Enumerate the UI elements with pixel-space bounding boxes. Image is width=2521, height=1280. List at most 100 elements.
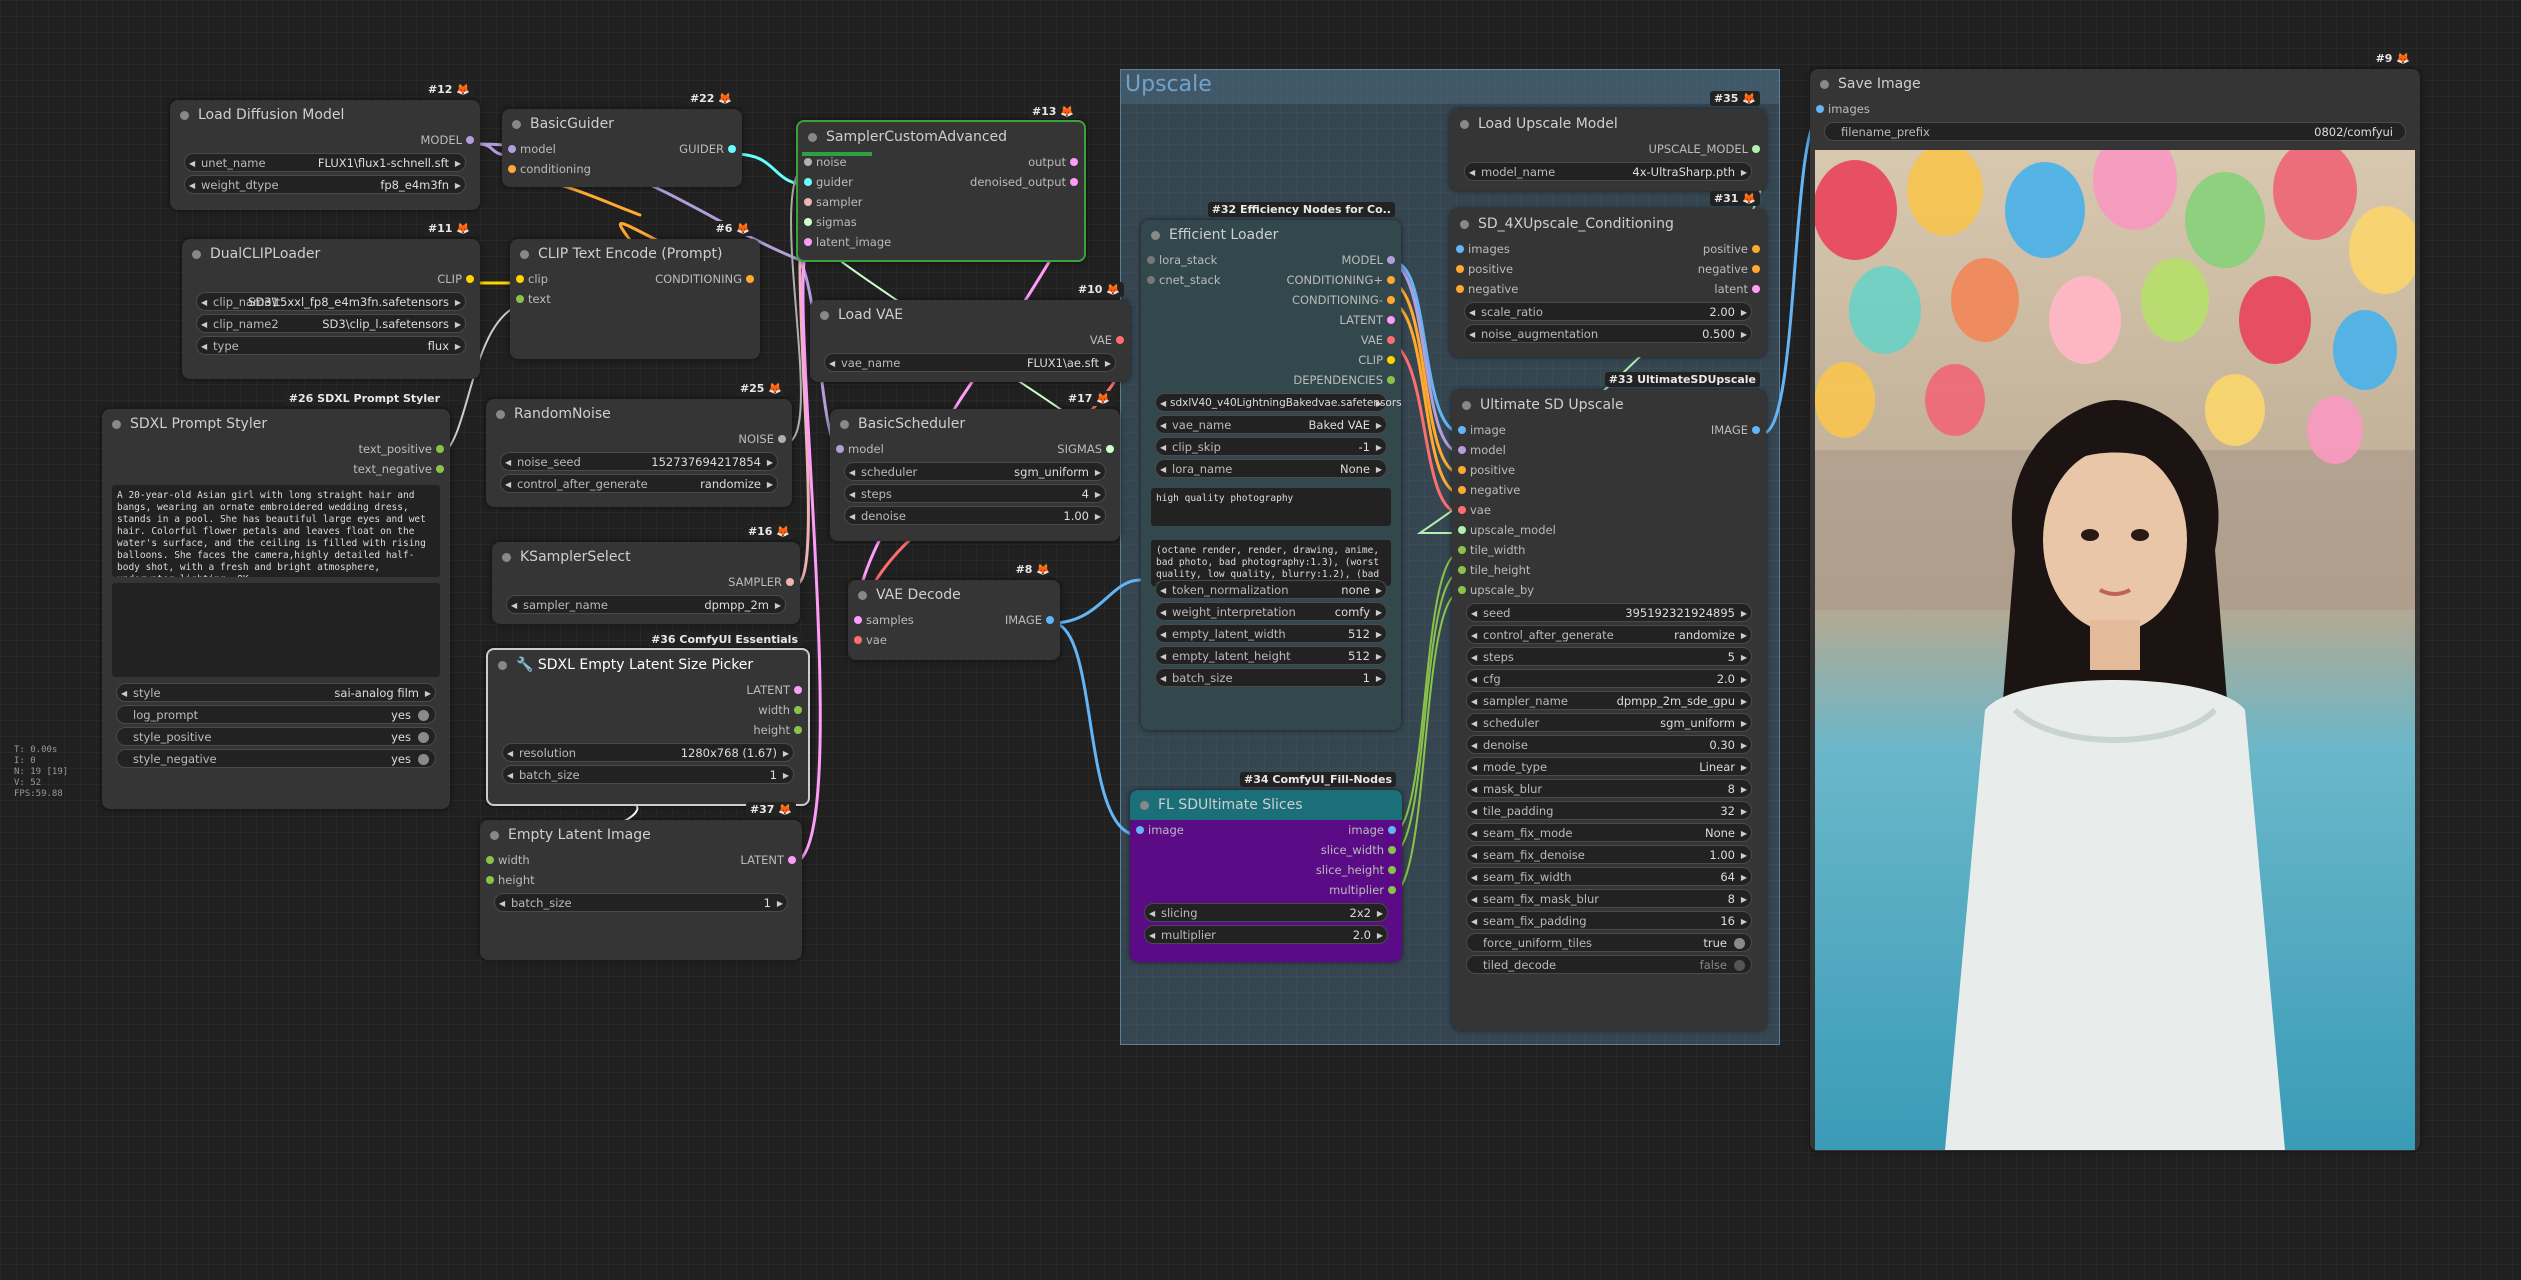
output-slice-height[interactable]: slice_height bbox=[1316, 860, 1397, 880]
widget-control-after-generate[interactable]: control_after_generate randomize bbox=[500, 474, 778, 494]
input-guider[interactable]: guider bbox=[804, 172, 853, 192]
input-sigmas[interactable]: sigmas bbox=[804, 212, 857, 232]
node-title[interactable]: DualCLIPLoader bbox=[182, 239, 480, 269]
node-title[interactable]: SamplerCustomAdvanced bbox=[798, 122, 1084, 152]
node-sdxl-prompt-styler[interactable]: #26 SDXL Prompt Styler SDXL Prompt Style… bbox=[102, 391, 450, 809]
widget-steps[interactable]: steps 4 bbox=[844, 484, 1106, 504]
widget-filename-prefix[interactable]: filename_prefix 0802/comfyui bbox=[1824, 122, 2406, 141]
node-load-diffusion-model[interactable]: #12 🦊 Load Diffusion Model MODEL unet_na… bbox=[170, 82, 480, 210]
node-title[interactable]: Save Image bbox=[1810, 69, 2420, 99]
widget-tile-padding[interactable]: tile_padding 32 bbox=[1466, 801, 1752, 821]
output-conditioning-neg[interactable]: CONDITIONING- bbox=[1292, 290, 1396, 310]
node-title[interactable]: CLIP Text Encode (Prompt) bbox=[510, 239, 760, 269]
input-model[interactable]: model bbox=[1458, 440, 1506, 460]
input-height[interactable]: height bbox=[486, 870, 535, 890]
node-title[interactable]: BasicGuider bbox=[502, 109, 742, 139]
node-title[interactable]: KSamplerSelect bbox=[492, 542, 800, 572]
node-title[interactable]: SDXL Prompt Styler bbox=[102, 409, 450, 439]
node-title[interactable]: FL SDUltimate Slices bbox=[1130, 790, 1402, 820]
widget-clip-name2[interactable]: clip_name2 SD3\clip_l.safetensors bbox=[196, 314, 466, 334]
widget-vae-name[interactable]: vae_name FLUX1\ae.sft bbox=[824, 353, 1116, 373]
output-dependencies[interactable]: DEPENDENCIES bbox=[1293, 370, 1395, 390]
widget-clip-skip[interactable]: clip_skip -1 bbox=[1155, 437, 1387, 457]
toggle-log-prompt[interactable]: log_prompt yes bbox=[116, 705, 436, 724]
input-images[interactable]: images bbox=[1816, 99, 1870, 119]
node-title[interactable]: BasicScheduler bbox=[830, 409, 1120, 439]
toggle-style-negative[interactable]: style_negative yes bbox=[116, 749, 436, 768]
output-preview-image[interactable] bbox=[1815, 150, 2415, 1150]
output-output[interactable]: output bbox=[1028, 152, 1078, 172]
input-lora-stack[interactable]: lora_stack bbox=[1146, 250, 1217, 270]
node-efficient-loader[interactable]: #32 Efficiency Nodes for Co.. Efficient … bbox=[1141, 202, 1402, 730]
widget-resolution[interactable]: resolution 1280x768 (1.67) bbox=[502, 743, 794, 763]
output-positive[interactable]: positive bbox=[1703, 239, 1761, 259]
output-image[interactable]: image bbox=[1348, 820, 1396, 840]
input-upscale-by[interactable]: upscale_by bbox=[1457, 580, 1534, 600]
output-upscale-model[interactable]: UPSCALE_MODEL bbox=[1649, 139, 1761, 159]
node-sampler-custom-advanced[interactable]: #13 🦊 SamplerCustomAdvanced noise output … bbox=[796, 104, 1086, 262]
output-clip[interactable]: CLIP bbox=[437, 269, 474, 289]
input-latent-image[interactable]: latent_image bbox=[803, 232, 891, 252]
widget-seam-fix-padding[interactable]: seam_fix_padding 16 bbox=[1466, 911, 1752, 931]
output-denoised[interactable]: denoised_output bbox=[970, 172, 1078, 192]
output-multiplier[interactable]: multiplier bbox=[1329, 880, 1396, 900]
output-noise[interactable]: NOISE bbox=[738, 429, 786, 449]
widget-steps[interactable]: steps 5 bbox=[1466, 647, 1752, 667]
widget-empty-latent-width[interactable]: empty_latent_width 512 bbox=[1155, 624, 1387, 644]
input-conditioning[interactable]: conditioning bbox=[508, 159, 591, 179]
widget-seam-fix-denoise[interactable]: seam_fix_denoise 1.00 bbox=[1466, 845, 1752, 865]
node-clip-text-encode[interactable]: #6 🦊 CLIP Text Encode (Prompt) clip CONDI… bbox=[510, 221, 760, 359]
widget-cfg[interactable]: cfg 2.0 bbox=[1466, 669, 1752, 689]
input-model[interactable]: model bbox=[508, 139, 556, 159]
widget-control-after-generate[interactable]: control_after_generate randomize bbox=[1466, 625, 1752, 645]
toggle-force-uniform-tiles[interactable]: force_uniform_tiles true bbox=[1466, 933, 1752, 952]
output-latent[interactable]: latent bbox=[1714, 279, 1760, 299]
widget-batch-size[interactable]: batch_size 1 bbox=[502, 765, 794, 785]
output-clip[interactable]: CLIP bbox=[1358, 350, 1395, 370]
widget-type[interactable]: type flux bbox=[196, 336, 466, 356]
widget-weight-dtype[interactable]: weight_dtype fp8_e4m3fn bbox=[184, 175, 466, 195]
input-image[interactable]: image bbox=[1458, 420, 1506, 440]
input-image[interactable]: image bbox=[1136, 820, 1184, 840]
node-title[interactable]: Load Upscale Model bbox=[1450, 109, 1766, 139]
widget-batch-size[interactable]: batch_size 1 bbox=[494, 893, 788, 913]
node-basic-guider[interactable]: #22 🦊 BasicGuider model GUIDER conditioni… bbox=[502, 91, 742, 187]
widget-scale-ratio[interactable]: scale_ratio 2.00 bbox=[1464, 302, 1752, 322]
toggle-tiled-decode[interactable]: tiled_decode false bbox=[1466, 955, 1752, 974]
input-width[interactable]: width bbox=[486, 850, 530, 870]
node-dual-clip-loader[interactable]: #11 🦊 DualCLIPLoader CLIP clip_name1SD3\… bbox=[182, 221, 480, 379]
node-title[interactable]: 🔧 SDXL Empty Latent Size Picker bbox=[488, 650, 808, 680]
node-empty-latent-image[interactable]: #37 🦊 Empty Latent Image width LATENT hei… bbox=[480, 802, 802, 960]
widget-noise-seed[interactable]: noise_seed 152737694217854 bbox=[500, 452, 778, 472]
output-text-negative[interactable]: text_negative bbox=[353, 459, 444, 479]
widget-denoise[interactable]: denoise 1.00 bbox=[844, 506, 1106, 526]
toggle-style-positive[interactable]: style_positive yes bbox=[116, 727, 436, 746]
output-guider[interactable]: GUIDER bbox=[679, 139, 736, 159]
widget-token-normalization[interactable]: token_normalization none bbox=[1155, 580, 1387, 600]
widget-clip-name1[interactable]: clip_name1SD3\t5xxl_fp8_e4m3fn.safetenso… bbox=[196, 292, 466, 312]
widget-seam-fix-width[interactable]: seam_fix_width 64 bbox=[1466, 867, 1752, 887]
output-image[interactable]: IMAGE bbox=[1711, 420, 1761, 440]
node-ksampler-select[interactable]: #16 🦊 KSamplerSelect SAMPLER sampler_nam… bbox=[492, 524, 800, 624]
input-positive[interactable]: positive bbox=[1457, 460, 1515, 480]
output-negative[interactable]: negative bbox=[1698, 259, 1761, 279]
output-model[interactable]: MODEL bbox=[1341, 250, 1395, 270]
widget-sampler-name[interactable]: sampler_name dpmpp_2m bbox=[506, 595, 786, 615]
positive-prompt-textarea[interactable]: high quality photography bbox=[1151, 488, 1391, 526]
text-negative-textarea[interactable] bbox=[112, 583, 440, 677]
widget-scheduler[interactable]: scheduler sgm_uniform bbox=[844, 462, 1106, 482]
output-sampler[interactable]: SAMPLER bbox=[728, 572, 794, 592]
widget-slicing[interactable]: slicing 2x2 bbox=[1144, 903, 1388, 923]
input-images[interactable]: images bbox=[1456, 239, 1510, 259]
node-vae-decode[interactable]: #8 🦊 VAE Decode samples IMAGE vae bbox=[848, 562, 1060, 660]
output-latent[interactable]: LATENT bbox=[740, 850, 796, 870]
output-latent[interactable]: LATENT bbox=[1339, 310, 1395, 330]
text-positive-textarea[interactable]: A 20-year-old Asian girl with long strai… bbox=[112, 485, 440, 577]
input-clip[interactable]: clip bbox=[515, 269, 548, 289]
input-tile-height[interactable]: tile_height bbox=[1457, 560, 1530, 580]
output-latent[interactable]: LATENT bbox=[746, 680, 802, 700]
node-title[interactable]: Load VAE bbox=[810, 300, 1130, 330]
widget-multiplier[interactable]: multiplier 2.0 bbox=[1144, 925, 1388, 945]
node-load-upscale-model[interactable]: #35 🦊 Load Upscale Model UPSCALE_MODEL m… bbox=[1450, 91, 1766, 191]
widget-denoise[interactable]: denoise 0.30 bbox=[1466, 735, 1752, 755]
